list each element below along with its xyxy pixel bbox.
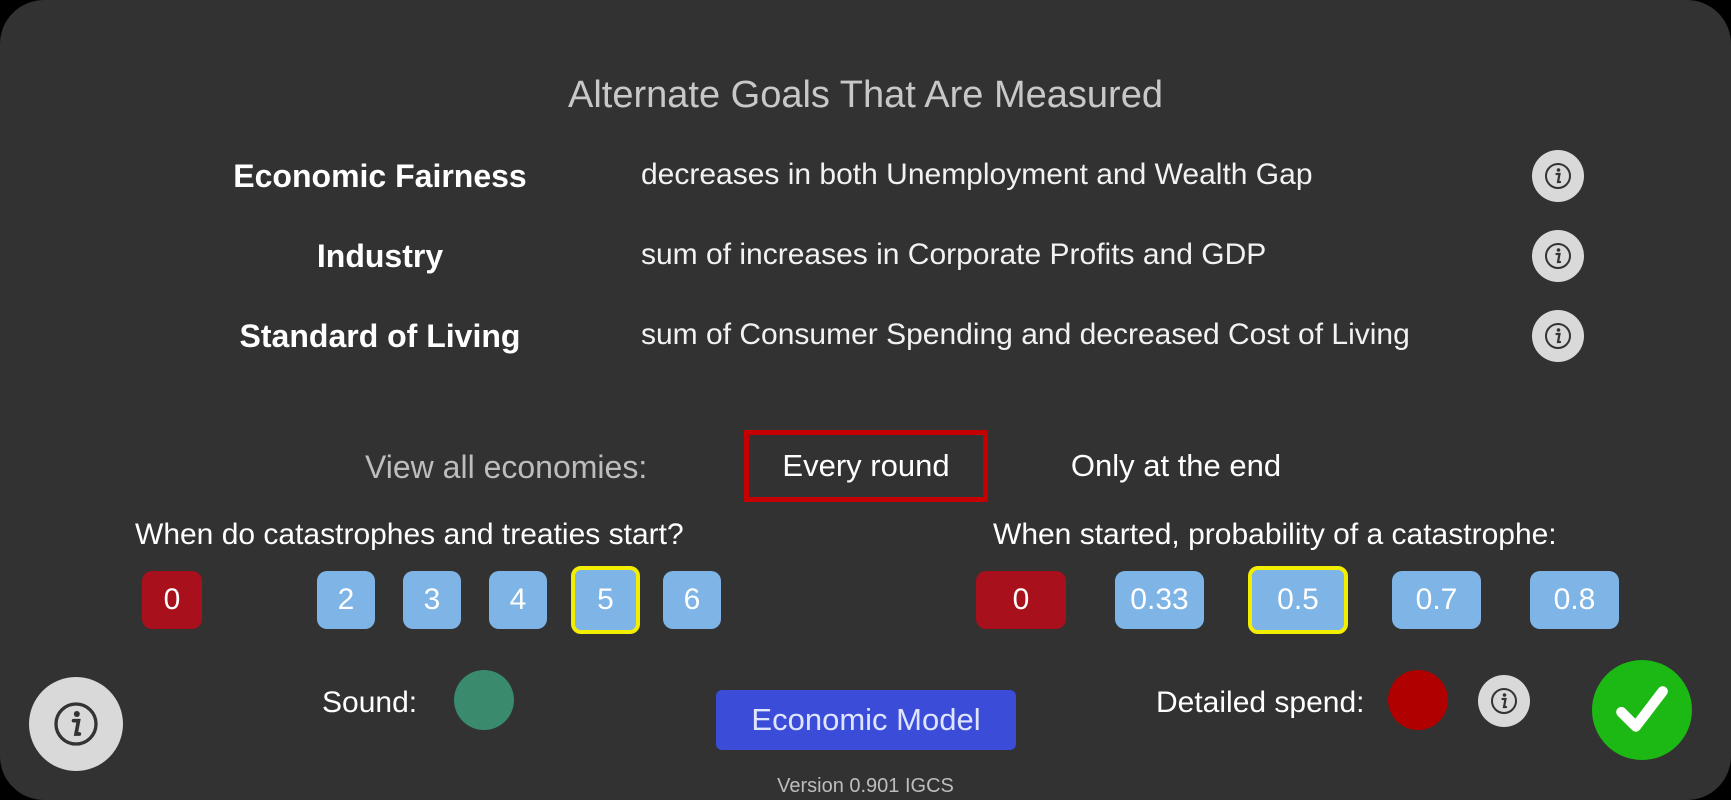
- detailed-spend-info-button[interactable]: [1478, 675, 1530, 727]
- info-icon: [1545, 323, 1571, 349]
- only-at-end-option[interactable]: Only at the end: [1050, 430, 1302, 502]
- start-option-5[interactable]: 5: [571, 566, 640, 634]
- help-info-button[interactable]: [29, 677, 123, 771]
- start-option-6[interactable]: 6: [663, 571, 721, 629]
- page-title: Alternate Goals That Are Measured: [568, 74, 1163, 116]
- economic-model-button[interactable]: Economic Model: [716, 690, 1016, 750]
- probability-option-0-5[interactable]: 0.5: [1248, 566, 1348, 634]
- sound-toggle[interactable]: [454, 670, 514, 730]
- view-economies-label: View all economies:: [365, 449, 648, 485]
- economic-fairness-info-button[interactable]: [1532, 150, 1584, 202]
- goal-description-industry: sum of increases in Corporate Profits an…: [641, 238, 1267, 271]
- confirm-button[interactable]: [1592, 660, 1692, 760]
- settings-panel: Alternate Goals That Are Measured Econom…: [0, 0, 1731, 800]
- standard-of-living-info-button[interactable]: [1532, 310, 1584, 362]
- probability-option-0-33[interactable]: 0.33: [1115, 571, 1204, 629]
- version-label: Version 0.901 IGCS: [777, 775, 954, 797]
- probability-option-0[interactable]: 0: [976, 571, 1066, 629]
- goal-name-industry: Industry: [316, 238, 444, 274]
- goal-name-economic-fairness: Economic Fairness: [233, 158, 527, 194]
- start-option-2[interactable]: 2: [317, 571, 375, 629]
- detailed-spend-toggle[interactable]: [1388, 670, 1448, 730]
- info-icon: [1491, 688, 1517, 714]
- probability-option-0-7[interactable]: 0.7: [1392, 571, 1481, 629]
- checkmark-icon: [1616, 686, 1668, 732]
- every-round-option[interactable]: Every round: [744, 430, 988, 502]
- info-icon: [1545, 243, 1571, 269]
- detailed-spend-label: Detailed spend:: [1156, 686, 1365, 719]
- catastrophe-start-label: When do catastrophes and treaties start?: [135, 518, 684, 551]
- goal-name-standard-of-living: Standard of Living: [239, 318, 521, 354]
- start-option-0[interactable]: 0: [142, 571, 202, 629]
- sound-label: Sound:: [322, 686, 418, 719]
- start-option-4[interactable]: 4: [489, 571, 547, 629]
- info-icon: [54, 702, 98, 746]
- probability-option-0-8[interactable]: 0.8: [1530, 571, 1619, 629]
- catastrophe-probability-label: When started, probability of a catastrop…: [993, 518, 1557, 551]
- goal-description-standard-of-living: sum of Consumer Spending and decreased C…: [641, 318, 1410, 351]
- goal-description-economic-fairness: decreases in both Unemployment and Wealt…: [641, 158, 1313, 191]
- start-option-3[interactable]: 3: [403, 571, 461, 629]
- info-icon: [1545, 163, 1571, 189]
- industry-info-button[interactable]: [1532, 230, 1584, 282]
